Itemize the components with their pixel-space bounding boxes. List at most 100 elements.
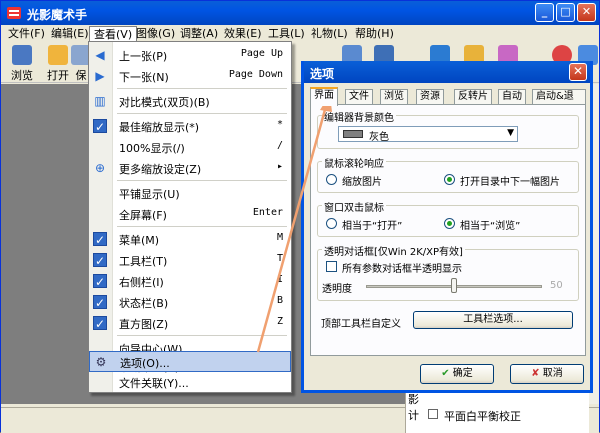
transparency-group: 透明对话框[仅Win 2K/XP有效] 所有参数对话框半透明显示 透明度 50 (317, 243, 579, 301)
radio-next-image[interactable] (444, 174, 455, 185)
side-panel-label-2: 计 (408, 409, 419, 422)
minimize-button[interactable]: _ (535, 3, 554, 22)
translucent-checkbox-label: 所有参数对话框半透明显示 (342, 264, 462, 275)
radio-browse[interactable] (444, 218, 455, 229)
checkmark-icon: ✓ (93, 295, 107, 310)
menu-item-fullscreen[interactable]: 全屏幕(F) Enter (89, 204, 291, 224)
menu-item-label: 更多缩放设定(Z) (119, 163, 202, 176)
side-panel-checkbox[interactable] (428, 409, 438, 419)
menu-item-shortcut: B (276, 295, 283, 306)
menu-item-more-zoom[interactable]: ⊕ 更多缩放设定(Z) ▸ (89, 158, 291, 178)
tab-strip: 界面 文件 浏览 资源 反转片 自动 启动&退出 (310, 87, 586, 116)
dialog-title: 选项 (310, 67, 335, 81)
menu-effect[interactable]: 效果(E) (220, 26, 266, 42)
menu-item-tile[interactable]: 平铺显示(U) (89, 183, 291, 203)
menu-item-shortcut: Z (276, 316, 283, 327)
zoom-icon: ⊕ (94, 161, 106, 175)
arrow-left-icon: ◀ (95, 48, 105, 62)
side-panel-item[interactable]: 平面白平衡校正 (444, 408, 521, 424)
browse-button[interactable]: 浏览 (3, 45, 41, 83)
dialog-title-bar: 选项 ✕ (304, 61, 590, 83)
menu-item-menu[interactable]: ✓ 菜单(M) M (89, 229, 291, 249)
bg-color-group: 编辑器背景颜色 灰色 ▼ (317, 109, 579, 149)
tab-browse[interactable]: 浏览 (380, 89, 408, 105)
maximize-button[interactable]: □ (556, 3, 575, 22)
color-swatch (343, 130, 363, 138)
ok-button[interactable]: ✔ 确定 (420, 364, 494, 384)
menu-image[interactable]: 图像(G) (132, 26, 179, 42)
view-menu: ◀ 上一张(P) Page Up ▶ 下一张(N) Page Down ▥ 对比… (88, 41, 292, 393)
menu-item-toolbar[interactable]: ✓ 工具栏(T) T (89, 250, 291, 270)
menu-tools[interactable]: 工具(L) (264, 26, 309, 42)
menu-item-best-fit[interactable]: ✓ 最佳缩放显示(*) * (89, 116, 291, 136)
menu-item-shortcut: * (276, 119, 283, 130)
translucent-checkbox[interactable] (326, 261, 337, 272)
menu-item-sidebar[interactable]: ✓ 右侧栏(I) I (89, 271, 291, 291)
menu-item-shortcut: T (276, 253, 283, 264)
opacity-label: 透明度 (322, 284, 352, 295)
radio-next-image-label: 打开目录中下一幅图片 (460, 177, 560, 188)
menu-item-label: 菜单(M) (119, 234, 160, 247)
arrow-right-icon: ▶ (95, 69, 105, 83)
right-side-panel: 影 计 平面白平衡校正 (405, 389, 589, 433)
menu-file[interactable]: 文件(F) (4, 26, 49, 42)
browse-icon (12, 45, 32, 65)
tab-panel: 编辑器背景颜色 灰色 ▼ 鼠标滚轮响应 缩放图片 打开目录中下一幅图片 窗口双击… (310, 104, 586, 356)
dialog-close-button[interactable]: ✕ (569, 63, 587, 81)
menu-separator (117, 88, 287, 89)
menu-item-label: 平铺显示(U) (119, 188, 180, 201)
bg-color-value: 灰色 (369, 132, 389, 143)
menu-item-file-assoc[interactable]: 文件关联(Y)... (89, 372, 291, 392)
menu-item-shortcut: / (276, 140, 283, 151)
window-title: 光影魔术手 (27, 8, 88, 22)
menu-item-shortcut: Page Up (240, 48, 283, 59)
radio-zoom-label: 缩放图片 (342, 177, 382, 188)
bg-color-dropdown[interactable]: 灰色 ▼ (338, 126, 518, 143)
opacity-slider-thumb[interactable] (451, 278, 457, 293)
menu-item-label: 右侧栏(I) (119, 276, 164, 289)
menu-item-next[interactable]: ▶ 下一张(N) Page Down (89, 66, 291, 86)
radio-open[interactable] (326, 218, 337, 229)
toolbar-options-button[interactable]: 工具栏选项... (413, 311, 573, 329)
menu-separator (117, 335, 287, 336)
menu-item-statusbar[interactable]: ✓ 状态栏(B) B (89, 292, 291, 312)
tab-auto[interactable]: 自动 (498, 89, 526, 105)
menu-item-compare[interactable]: ▥ 对比模式(双页)(B) (89, 91, 291, 111)
menu-item-label: 上一张(P) (119, 50, 168, 63)
menu-edit[interactable]: 编辑(E) (47, 26, 93, 42)
tab-startup-exit[interactable]: 启动&退出 (532, 89, 586, 116)
submenu-arrow-icon: ▸ (276, 161, 283, 172)
radio-zoom[interactable] (326, 174, 337, 185)
menu-item-label: 状态栏(B) (119, 297, 169, 310)
ok-label: 确定 (452, 368, 473, 379)
compare-icon: ▥ (94, 94, 106, 108)
menu-item-label: 最佳缩放显示(*) (119, 121, 200, 134)
menu-item-label: 文件关联(Y)... (119, 377, 189, 390)
dblclick-group: 窗口双击鼠标 相当于“打开” 相当于“浏览” (317, 199, 579, 237)
checkmark-icon: ✓ (93, 274, 107, 289)
menu-item-prev[interactable]: ◀ 上一张(P) Page Up (89, 45, 291, 65)
tab-file[interactable]: 文件 (345, 89, 373, 105)
menu-adjust[interactable]: 调整(A) (176, 26, 222, 42)
menu-separator (117, 113, 287, 114)
menu-item-100[interactable]: 100%显示(/) / (89, 137, 291, 157)
menu-item-label: 下一张(N) (119, 71, 169, 84)
menu-item-shortcut: Enter (252, 207, 283, 218)
cancel-label: 取消 (542, 368, 563, 379)
menu-item-options[interactable]: ⚙ 选项(O)... (89, 351, 291, 372)
menu-gift[interactable]: 礼物(L) (307, 26, 352, 42)
checkmark-icon: ✓ (93, 232, 107, 247)
tab-interface[interactable]: 界面 (310, 87, 338, 106)
tab-reversal[interactable]: 反转片 (454, 89, 492, 105)
side-panel-label-1: 影 (408, 393, 419, 406)
gear-icon: ⚙ (95, 355, 107, 369)
menu-item-shortcut: M (276, 232, 283, 243)
tab-resource[interactable]: 资源 (416, 89, 444, 105)
menu-help[interactable]: 帮助(H) (351, 26, 398, 42)
menu-item-histogram[interactable]: ✓ 直方图(Z) Z (89, 313, 291, 333)
bg-color-group-label: 编辑器背景颜色 (322, 109, 396, 124)
app-logo-icon (6, 6, 22, 20)
cancel-button[interactable]: ✘ 取消 (510, 364, 584, 384)
checkmark-icon: ✓ (93, 253, 107, 268)
close-button[interactable]: ✕ (577, 3, 596, 22)
